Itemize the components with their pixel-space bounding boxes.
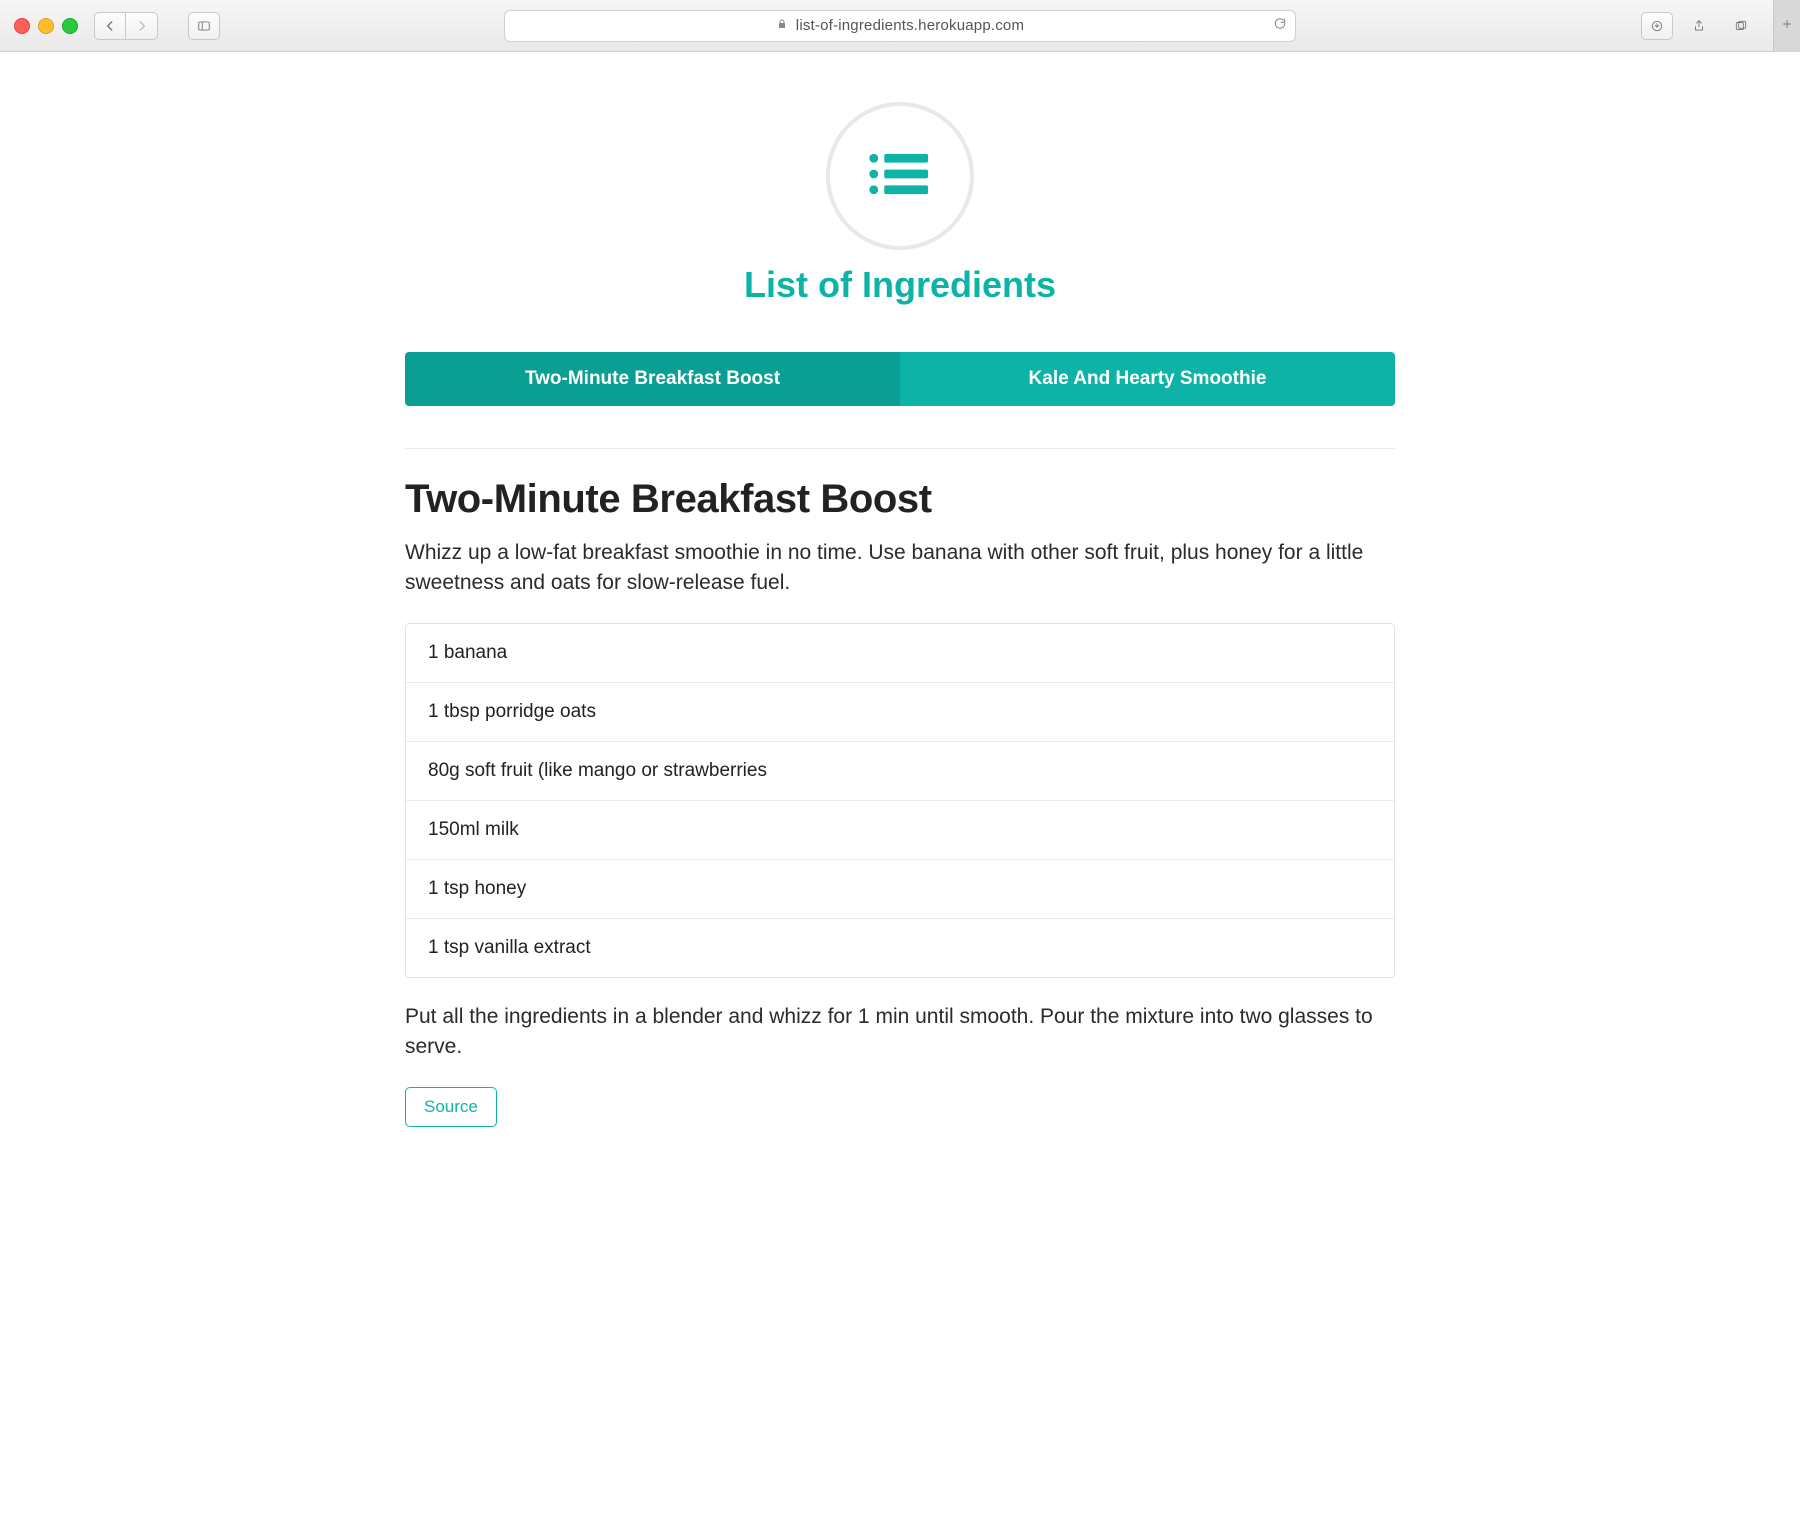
chevron-left-icon xyxy=(103,19,117,33)
chrome-right xyxy=(1641,0,1786,52)
ingredient-item: 1 banana xyxy=(406,624,1394,682)
tabs-overview-button[interactable] xyxy=(1725,12,1757,40)
downloads-button[interactable] xyxy=(1641,12,1673,40)
brand-title: List of Ingredients xyxy=(405,264,1395,306)
address-url: list-of-ingredients.herokuapp.com xyxy=(796,17,1024,34)
chevron-right-icon xyxy=(135,19,149,33)
source-button[interactable]: Source xyxy=(405,1087,497,1127)
brand: List of Ingredients xyxy=(405,102,1395,306)
download-icon xyxy=(1650,19,1664,33)
sidebar-toggle-button[interactable] xyxy=(188,12,220,40)
tab-two-minute-breakfast-boost[interactable]: Two-Minute Breakfast Boost xyxy=(405,352,900,406)
share-button[interactable] xyxy=(1683,12,1715,40)
window-controls xyxy=(14,18,78,34)
reload-button[interactable] xyxy=(1273,16,1287,35)
brand-logo xyxy=(826,102,974,250)
window-close-button[interactable] xyxy=(14,18,30,34)
recipe-description: Whizz up a low-fat breakfast smoothie in… xyxy=(405,538,1395,599)
tab-label: Two-Minute Breakfast Boost xyxy=(525,368,780,389)
nav-buttons xyxy=(94,12,158,40)
window-minimize-button[interactable] xyxy=(38,18,54,34)
sidebar-toggle-icon xyxy=(197,19,211,33)
browser-chrome: list-of-ingredients.herokuapp.com xyxy=(0,0,1800,52)
recipe-instructions: Put all the ingredients in a blender and… xyxy=(405,1002,1395,1063)
share-icon xyxy=(1692,19,1706,33)
tabs-overview-icon xyxy=(1734,19,1748,33)
source-button-label: Source xyxy=(424,1097,478,1116)
recipe-tabs: Two-Minute Breakfast Boost Kale And Hear… xyxy=(405,352,1395,406)
ingredient-item: 1 tsp honey xyxy=(406,859,1394,918)
divider xyxy=(405,448,1395,449)
reload-icon xyxy=(1273,17,1287,34)
forward-button[interactable] xyxy=(126,12,158,40)
address-bar[interactable]: list-of-ingredients.herokuapp.com xyxy=(504,10,1296,42)
ingredient-item: 80g soft fruit (like mango or strawberri… xyxy=(406,741,1394,800)
ingredient-item: 1 tsp vanilla extract xyxy=(406,918,1394,977)
ingredient-item: 150ml milk xyxy=(406,800,1394,859)
tab-label: Kale And Hearty Smoothie xyxy=(1029,368,1267,389)
lock-icon xyxy=(776,17,788,35)
recipe-title: Two-Minute Breakfast Boost xyxy=(405,477,1395,522)
tab-kale-and-hearty-smoothie[interactable]: Kale And Hearty Smoothie xyxy=(900,352,1395,406)
list-icon xyxy=(865,146,935,207)
plus-icon xyxy=(1781,17,1793,35)
page-body: List of Ingredients Two-Minute Breakfast… xyxy=(0,52,1800,1187)
back-button[interactable] xyxy=(94,12,126,40)
ingredients-list: 1 banana 1 tbsp porridge oats 80g soft f… xyxy=(405,623,1395,978)
window-maximize-button[interactable] xyxy=(62,18,78,34)
new-tab-button[interactable] xyxy=(1773,0,1800,52)
address-bar-wrap: list-of-ingredients.herokuapp.com xyxy=(504,10,1296,42)
ingredient-item: 1 tbsp porridge oats xyxy=(406,682,1394,741)
